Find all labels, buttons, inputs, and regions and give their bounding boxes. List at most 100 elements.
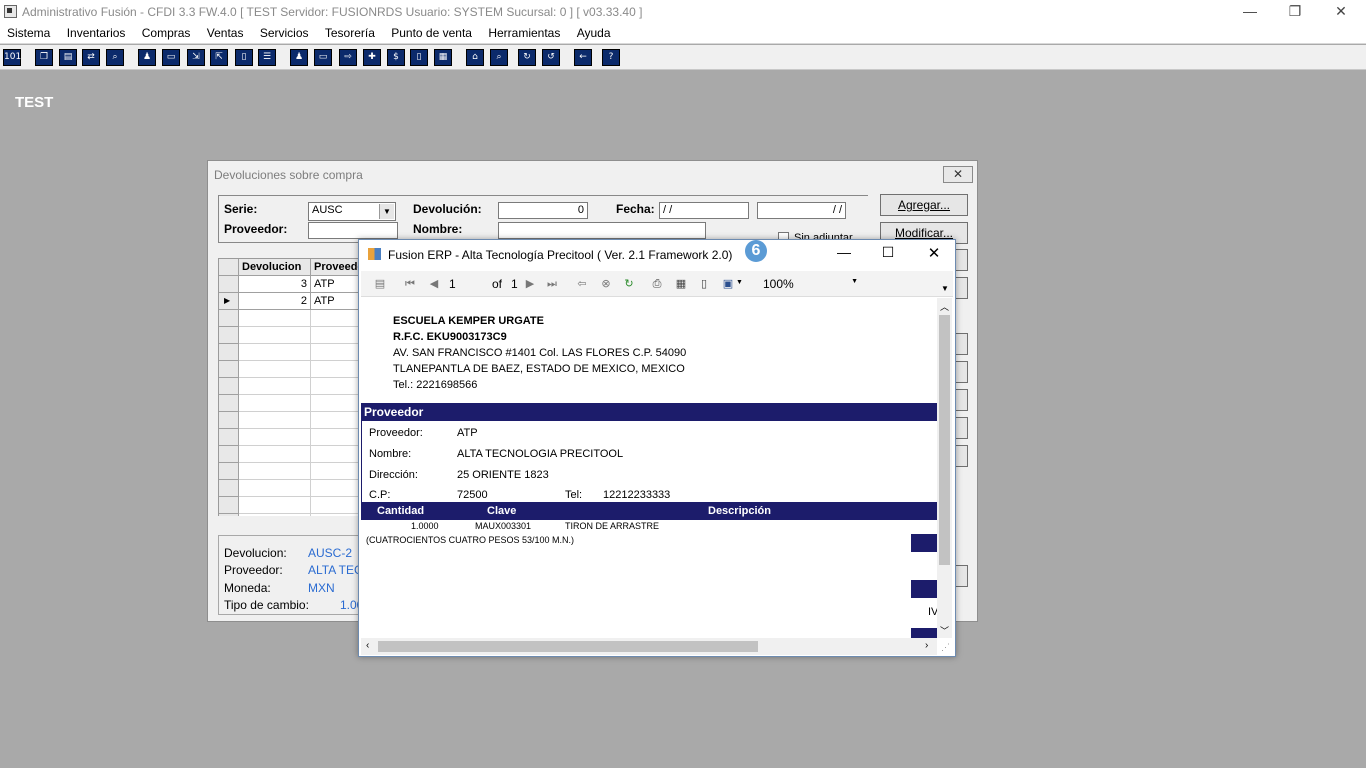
scroll-down-icon[interactable]: ﹀ [940,624,949,637]
tree-toggle-icon[interactable]: ▤ [373,277,387,291]
next-page-icon[interactable]: ▶ [523,277,537,291]
menu-punto-de-venta[interactable]: Punto de venta [384,24,478,40]
box-icon[interactable]: ▭ [314,49,332,66]
list-icon[interactable]: ☰ [258,49,276,66]
proveedor-section-title: Proveedor [364,405,424,419]
first-page-icon[interactable]: ⏮ [403,277,417,291]
doc2-icon[interactable]: ▯ [410,49,428,66]
folder-icon[interactable]: ▭ [162,49,180,66]
menu-servicios[interactable]: Servicios [253,24,315,40]
report-close-button[interactable]: ✕ [919,244,949,264]
serie-value: AUSC [312,204,343,216]
dialog-close-button[interactable]: ✕ [943,166,973,183]
home-icon[interactable]: ⌂ [466,49,484,66]
undo-icon[interactable]: ↺ [542,49,560,66]
toolbar-overflow-icon[interactable]: ▼ [941,284,949,293]
menu-ventas[interactable]: Ventas [200,24,250,40]
copy-icon[interactable]: ❐ [35,49,53,66]
table-row-devolucion[interactable]: 2 [239,293,311,310]
zoom-select[interactable]: 100% ▼ [763,277,858,291]
page-input[interactable]: 1 [449,277,483,291]
totals-block-2 [911,580,937,598]
dollar-icon[interactable]: $ [387,49,405,66]
window-title: Administrativo Fusión - CFDI 3.3 FW.4.0 … [22,5,643,19]
last-page-icon[interactable]: ⏭ [545,277,559,291]
vertical-scroll-thumb[interactable] [939,315,950,565]
grid-header-devolucion[interactable]: Devolucion [239,259,311,276]
col-clave: Clave [487,505,517,517]
refresh-icon[interactable]: ↻ [622,277,636,291]
rpt-nombre-label: Nombre: [369,448,412,460]
table-row-devolucion[interactable]: 3 [239,276,311,293]
add-icon[interactable]: ✚ [363,49,381,66]
close-button[interactable]: ✕ [1318,0,1364,24]
save-chevron-icon[interactable]: ▼ [736,279,743,286]
menu-ayuda[interactable]: Ayuda [570,24,617,40]
previous-page-icon[interactable]: ◀ [427,277,441,291]
document-icon[interactable]: ▯ [235,49,253,66]
scroll-up-icon[interactable]: ︿ [940,300,949,313]
nombre-label: Nombre: [413,222,463,236]
save-icon[interactable]: ▣ [721,277,735,291]
back-icon[interactable]: ⇦ [575,277,589,291]
print-layout-icon[interactable]: ▦ [674,277,688,291]
import-icon[interactable]: ⇲ [187,49,205,66]
page-setup-icon[interactable]: ▯ [697,277,711,291]
info-moneda-value: MXN [308,581,335,595]
agregar-button[interactable]: Agregar... [880,194,968,216]
fecha-input-1[interactable]: / / [659,202,749,219]
print-icon[interactable]: ⎙ [650,277,664,291]
menu-tesoreria[interactable]: Tesorería [318,24,381,40]
send-icon[interactable]: ⇨ [339,49,357,66]
horizontal-scrollbar[interactable]: ‹ › [361,638,937,655]
report-page: ESCUELA KEMPER URGATE R.F.C. EKU9003173C… [361,298,937,638]
col-cantidad: Cantidad [377,505,425,517]
main-titlebar: Administrativo Fusión - CFDI 3.3 FW.4.0 … [0,0,1366,24]
proveedor-input[interactable] [308,222,398,239]
menu-compras[interactable]: Compras [135,24,197,40]
menu-bar: Sistema Inventarios Compras Ventas Servi… [0,24,1366,44]
amount-in-words: (CUATROCIENTOS CUATRO PESOS 53/100 M.N.) [366,535,575,545]
rpt-direccion-value: 25 ORIENTE 1823 [457,469,549,481]
item-clave: MAUX003301 [475,521,532,531]
chevron-down-icon[interactable]: ▼ [851,278,858,285]
find-icon[interactable]: ⌕ [490,49,508,66]
report-maximize-button[interactable]: ☐ [873,244,903,264]
help-icon[interactable]: ? [602,49,620,66]
grid-icon[interactable]: ▦ [434,49,452,66]
company-name: ESCUELA KEMPER URGATE [393,315,544,327]
menu-inventarios[interactable]: Inventarios [60,24,132,40]
fecha-input-2[interactable]: / / [757,202,846,219]
stop-icon[interactable]: ⊗ [599,277,613,291]
menu-sistema[interactable]: Sistema [0,24,56,40]
export-icon[interactable]: ⇱ [210,49,228,66]
calculator-icon[interactable]: 101 [3,49,21,66]
scroll-right-icon[interactable]: › [925,640,928,651]
person-icon[interactable]: ♟ [138,49,156,66]
clipboard-icon[interactable]: ▤ [59,49,77,66]
report-minimize-button[interactable]: — [829,244,859,264]
vertical-scrollbar[interactable]: ︿ ﹀ [937,298,952,638]
serie-select[interactable]: AUSC ▼ [308,202,396,221]
scroll-left-icon[interactable]: ‹ [366,640,369,651]
app-icon [4,5,17,18]
maximize-button[interactable]: ❐ [1272,0,1318,24]
nombre-input[interactable] [498,222,706,239]
rpt-tel-label: Tel: [565,489,583,501]
swap-icon[interactable]: ⇄ [82,49,100,66]
menu-herramientas[interactable]: Herramientas [481,24,566,40]
report-title: Fusion ERP - Alta Tecnología Precitool (… [388,248,733,262]
minimize-button[interactable]: — [1227,0,1273,24]
devolucion-input[interactable]: 0 [498,202,588,219]
grid-corner [219,259,239,276]
refresh-icon[interactable]: ↻ [518,49,536,66]
chevron-down-icon[interactable]: ▼ [379,204,394,219]
report-toolbar: ▤ ⏮ ◀ 1 of 1 ▶ ⏭ ⇦ ⊗ ↻ ⎙ ▦ ▯ ▣ ▼ 100% ▼ … [361,271,953,297]
back-icon[interactable]: ← [574,49,592,66]
search-icon[interactable]: ⌕ [106,49,124,66]
horizontal-scroll-thumb[interactable] [378,641,758,652]
items-header: Cantidad Clave Descripción [361,503,937,520]
people-icon[interactable]: ♟ [290,49,308,66]
rpt-cp-label: C.P: [369,489,391,501]
resize-grip-icon[interactable]: ⋰ [941,642,950,653]
